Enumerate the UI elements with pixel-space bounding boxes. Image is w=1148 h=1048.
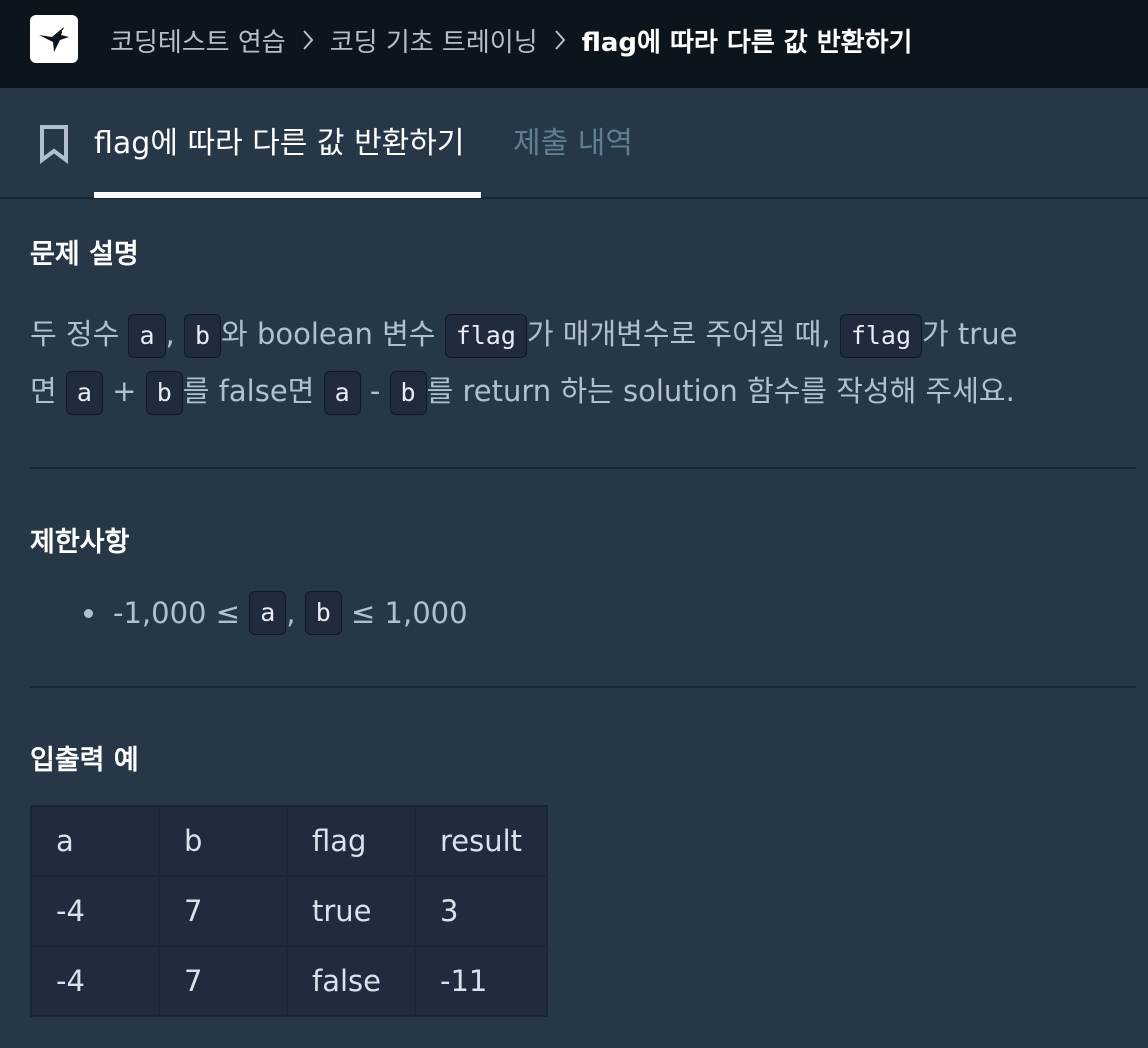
- table-cell: -4: [30, 945, 160, 1017]
- table-cell: 7: [158, 945, 288, 1017]
- table-row: -4 7 true 3: [30, 875, 549, 947]
- active-tab-underline: [94, 192, 481, 198]
- table-cell: true: [286, 875, 416, 947]
- examples-heading: 입출력 예: [30, 745, 139, 776]
- constraints-heading: 제한사항: [30, 527, 130, 558]
- problem-description-heading: 문제 설명: [30, 239, 139, 270]
- text: +: [102, 374, 146, 408]
- top-navigation-bar: 코딩테스트 연습 코딩 기초 트레이닝 flag에 따라 다른 값 반환하기: [0, 0, 1148, 88]
- text: 가 true: [922, 317, 1018, 351]
- code-b: b: [304, 591, 342, 635]
- table-row: -4 7 false -11: [30, 945, 549, 1017]
- hummingbird-logo-icon[interactable]: [30, 15, 78, 63]
- text: -1,000 ≤: [113, 596, 241, 630]
- section-divider: [30, 686, 1136, 688]
- chevron-right-icon: [538, 25, 582, 55]
- table-header-row: a b flag result: [30, 805, 549, 877]
- code-a: a: [249, 591, 287, 635]
- breadcrumb-item-coding-test[interactable]: 코딩테스트 연습: [110, 22, 286, 59]
- code-b: b: [389, 371, 427, 415]
- text: ≤ 1,000: [351, 596, 468, 630]
- code-flag: flag: [839, 314, 923, 358]
- bullet-icon: [84, 608, 93, 618]
- problem-description-line-1: 두 정수 a, b와 boolean 변수 flag 가 매개변수로 주어질 때,…: [30, 306, 1130, 363]
- table-cell: -11: [413, 945, 549, 1017]
- tab-submission-history[interactable]: 제출 내역: [513, 118, 633, 162]
- table-cell: 3: [413, 875, 549, 947]
- text: 와 boolean 변수: [221, 317, 445, 351]
- column-header: result: [413, 805, 549, 877]
- code-flag: flag: [444, 314, 527, 358]
- text: ,: [165, 317, 184, 351]
- problem-description-line-2: 면 a + b를 false면 a - b를 return 하는 solutio…: [30, 363, 1130, 420]
- examples-table: a b flag result -4 7 true 3 -4 7 false -…: [30, 805, 549, 1017]
- section-divider: [30, 467, 1136, 469]
- column-header: a: [30, 805, 160, 877]
- text: 두 정수: [30, 317, 129, 351]
- code-a: a: [323, 371, 361, 415]
- bookmark-icon[interactable]: [38, 124, 70, 164]
- text: 면: [30, 374, 66, 408]
- breadcrumb-item-basic-training[interactable]: 코딩 기초 트레이닝: [330, 22, 538, 59]
- code-a: a: [65, 371, 103, 415]
- column-header: flag: [286, 805, 416, 877]
- column-header: b: [158, 805, 288, 877]
- code-b: b: [145, 371, 183, 415]
- text: 를 return 하는 solution 함수를 작성해 주세요.: [426, 374, 1015, 408]
- code-b: b: [183, 314, 222, 358]
- breadcrumb: 코딩테스트 연습 코딩 기초 트레이닝 flag에 따라 다른 값 반환하기: [110, 20, 912, 60]
- table-cell: false: [286, 945, 416, 1017]
- breadcrumb-current-page: flag에 따라 다른 값 반환하기: [581, 27, 913, 58]
- text: 가 매개변수로 주어질 때,: [526, 317, 840, 351]
- code-a: a: [128, 314, 166, 358]
- text: 를 false면: [182, 374, 324, 408]
- tab-problem[interactable]: flag에 따라 다른 값 반환하기: [94, 118, 464, 162]
- text: ,: [286, 596, 296, 630]
- text: -: [360, 374, 390, 408]
- chevron-right-icon: [286, 25, 330, 55]
- table-cell: 7: [158, 875, 288, 947]
- table-cell: -4: [30, 875, 160, 947]
- constraint-item: -1,000 ≤ a, b ≤ 1,000: [80, 586, 468, 640]
